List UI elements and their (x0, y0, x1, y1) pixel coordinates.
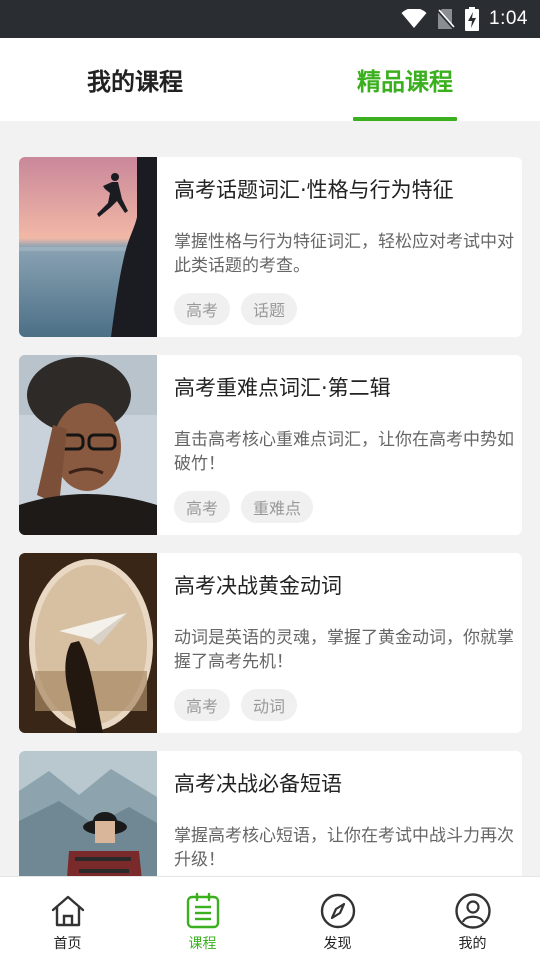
course-tag[interactable]: 高考 (174, 491, 231, 523)
status-bar: 1:04 (0, 0, 540, 38)
course-description: 掌握高考核心短语，让你在考试中战斗力再次升级！ (174, 826, 514, 870)
course-tag[interactable]: 高考 (174, 689, 231, 721)
course-tag[interactable]: 动词 (241, 689, 298, 721)
course-tags: 高考 重难点 (174, 491, 314, 523)
home-icon (49, 892, 87, 930)
top-tab-bar: 我的课程 精品课程 (0, 38, 540, 121)
course-description: 动词是英语的灵魂，掌握了黄金动词，你就掌握了高考先机！ (174, 628, 514, 672)
course-thumbnail (19, 553, 157, 733)
nav-courses[interactable]: 课程 (135, 877, 270, 960)
course-card[interactable]: 高考决战必备短语 掌握高考核心短语，让你在考试中战斗力再次升级！ (19, 751, 522, 876)
course-title: 高考重难点词汇·第二辑 (174, 376, 391, 400)
no-sim-icon (437, 8, 455, 30)
profile-icon (454, 892, 492, 930)
nav-home[interactable]: 首页 (0, 877, 135, 960)
course-thumbnail (19, 751, 157, 876)
course-list[interactable]: 高考话题词汇·性格与行为特征 掌握性格与行为特征词汇，轻松应对考试中对此类话题的… (0, 121, 540, 876)
course-card[interactable]: 高考话题词汇·性格与行为特征 掌握性格与行为特征词汇，轻松应对考试中对此类话题的… (19, 157, 522, 337)
course-title: 高考话题词汇·性格与行为特征 (174, 178, 454, 202)
nav-label: 我的 (458, 936, 487, 952)
course-card[interactable]: 高考决战黄金动词 动词是英语的灵魂，掌握了黄金动词，你就掌握了高考先机！ 高考 … (19, 553, 522, 733)
nav-label: 发现 (323, 936, 352, 952)
course-tags: 高考 话题 (174, 293, 298, 325)
compass-icon (319, 892, 357, 930)
course-tag[interactable]: 高考 (174, 293, 231, 325)
nav-discover[interactable]: 发现 (270, 877, 405, 960)
course-title: 高考决战必备短语 (174, 772, 342, 796)
battery-charging-icon (465, 7, 480, 31)
course-list-icon (184, 892, 222, 930)
course-tag[interactable]: 话题 (241, 293, 298, 325)
course-thumbnail (19, 355, 157, 535)
clock: 1:04 (489, 8, 528, 29)
bottom-navigation: 首页 课程 发现 我的 (0, 876, 540, 960)
course-thumbnail (19, 157, 157, 337)
nav-label: 课程 (188, 936, 217, 952)
course-tag[interactable]: 重难点 (241, 491, 314, 523)
course-description: 掌握性格与行为特征词汇，轻松应对考试中对此类话题的考查。 (174, 232, 514, 276)
nav-label: 首页 (53, 936, 82, 952)
course-title: 高考决战黄金动词 (174, 574, 342, 598)
course-tags: 高考 动词 (174, 689, 298, 721)
course-card[interactable]: 高考重难点词汇·第二辑 直击高考核心重难点词汇，让你在高考中势如破竹！ 高考 重… (19, 355, 522, 535)
wifi-icon (401, 9, 427, 29)
course-description: 直击高考核心重难点词汇，让你在高考中势如破竹！ (174, 430, 514, 474)
nav-profile[interactable]: 我的 (405, 877, 540, 960)
tab-featured-courses[interactable]: 精品课程 (330, 38, 480, 121)
tab-my-courses[interactable]: 我的课程 (60, 38, 210, 121)
